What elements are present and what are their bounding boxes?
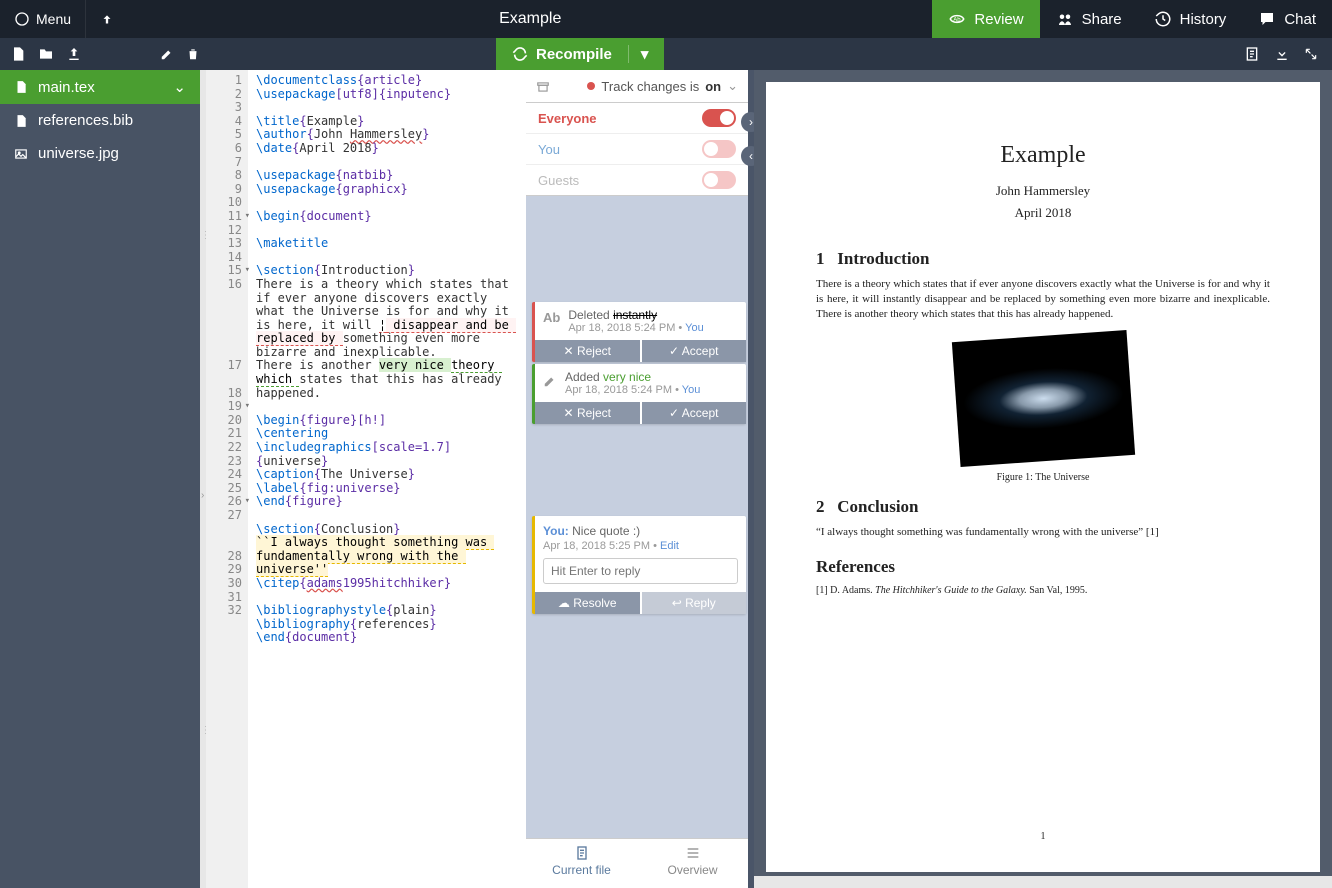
up-button[interactable] bbox=[86, 11, 128, 27]
pdf-section-2: 2 Conclusion bbox=[816, 497, 1270, 517]
pencil-icon bbox=[543, 370, 557, 388]
history-label: History bbox=[1180, 11, 1227, 28]
review-header: Track changes is on ⌄ bbox=[526, 70, 748, 103]
guests-toggle[interactable] bbox=[702, 171, 736, 189]
change-card-deleted: Ab Deleted instantly Apr 18, 2018 5:24 P… bbox=[532, 302, 746, 362]
main-area: main.tex ⌄ references.bib universe.jpg ⋮… bbox=[0, 70, 1332, 888]
toolbar: Recompile ▾ bbox=[0, 38, 1332, 70]
pdf-author: John Hammersley bbox=[816, 183, 1270, 199]
accept-button[interactable]: ✓ Accept bbox=[642, 340, 747, 362]
added-label: Added bbox=[565, 370, 600, 384]
galaxy-image bbox=[951, 330, 1134, 467]
deleted-label: Deleted bbox=[568, 308, 609, 322]
comment-author: You: bbox=[543, 524, 569, 538]
reply-input[interactable] bbox=[543, 558, 738, 584]
pdf-paragraph: “I always thought something was fundamen… bbox=[816, 525, 1270, 540]
review-button[interactable]: Ab Review bbox=[932, 0, 1039, 38]
project-title: Example bbox=[128, 10, 932, 28]
you-toggle[interactable] bbox=[702, 140, 736, 158]
new-folder-icon[interactable] bbox=[38, 46, 54, 62]
track-guests-row: Guests bbox=[526, 165, 748, 196]
reject-button[interactable]: ✕ Reject bbox=[535, 402, 640, 424]
delete-icon[interactable] bbox=[186, 47, 200, 61]
history-button[interactable]: History bbox=[1138, 0, 1243, 38]
fullscreen-icon[interactable] bbox=[1304, 47, 1318, 61]
svg-text:Ab: Ab bbox=[954, 17, 962, 23]
review-footer: Current file Overview bbox=[526, 838, 748, 888]
chevron-down-icon[interactable]: ⌄ bbox=[173, 78, 186, 96]
change-card-added: Added very nice Apr 18, 2018 5:24 PM • Y… bbox=[532, 364, 746, 424]
edit-link[interactable]: Edit bbox=[660, 540, 679, 552]
file-item-main[interactable]: main.tex ⌄ bbox=[0, 70, 200, 104]
pdf-viewport[interactable]: Example John Hammersley April 2018 1 Int… bbox=[754, 70, 1332, 888]
reply-button[interactable]: ↩ Reply bbox=[642, 592, 747, 614]
file-tree: main.tex ⌄ references.bib universe.jpg bbox=[0, 70, 200, 888]
everyone-label: Everyone bbox=[538, 111, 597, 126]
guests-label: Guests bbox=[538, 173, 579, 188]
track-state: on bbox=[705, 79, 721, 94]
pdf-reference: [1] D. Adams. The Hitchhiker's Guide to … bbox=[816, 585, 1270, 596]
chat-label: Chat bbox=[1284, 11, 1316, 28]
track-label: Track changes is bbox=[601, 79, 699, 94]
recompile-dropdown-icon[interactable]: ▾ bbox=[628, 45, 649, 63]
strike-icon: Ab bbox=[543, 308, 560, 325]
file-name: universe.jpg bbox=[38, 145, 119, 162]
comment-text: Nice quote :) bbox=[572, 524, 640, 538]
pdf-section-1: 1 Introduction bbox=[816, 249, 1270, 269]
pdf-paragraph: There is a theory which states that if e… bbox=[816, 277, 1270, 322]
pdf-page-number: 1 bbox=[766, 831, 1320, 842]
pdf-references-heading: References bbox=[816, 557, 1270, 577]
logs-icon[interactable] bbox=[1244, 46, 1260, 62]
everyone-toggle[interactable] bbox=[702, 109, 736, 127]
pdf-caption: Figure 1: The Universe bbox=[816, 472, 1270, 483]
deleted-text: instantly bbox=[613, 308, 657, 322]
top-bar: Menu Example Ab Review Share History Cha… bbox=[0, 0, 1332, 38]
pdf-date: April 2018 bbox=[816, 205, 1270, 221]
track-everyone-row: Everyone bbox=[526, 103, 748, 134]
resolve-button[interactable]: ☁ Resolve bbox=[535, 592, 640, 614]
code-content[interactable]: \documentclass{article} \usepackage[utf8… bbox=[248, 70, 526, 888]
reject-button[interactable]: ✕ Reject bbox=[535, 340, 640, 362]
line-gutter: 12345678910 11▾12131415▾ 16 171819▾20212… bbox=[206, 70, 248, 888]
download-icon[interactable] bbox=[1274, 46, 1290, 62]
added-text: very nice bbox=[603, 370, 651, 384]
file-name: main.tex bbox=[38, 79, 95, 96]
share-label: Share bbox=[1082, 11, 1122, 28]
file-item-bib[interactable]: references.bib bbox=[0, 104, 200, 137]
status-dot-icon bbox=[587, 82, 595, 90]
review-panel: Track changes is on ⌄ Everyone You Guest… bbox=[526, 70, 748, 888]
code-editor[interactable]: 12345678910 11▾12131415▾ 16 171819▾20212… bbox=[206, 70, 526, 888]
review-label: Review bbox=[974, 11, 1023, 28]
you-label: You bbox=[538, 142, 560, 157]
track-dropdown-icon[interactable]: ⌄ bbox=[727, 78, 738, 94]
new-file-icon[interactable] bbox=[10, 46, 26, 62]
comment-card: You: Nice quote :) Apr 18, 2018 5:25 PM … bbox=[532, 516, 746, 614]
menu-button[interactable]: Menu bbox=[0, 0, 85, 38]
recompile-label: Recompile bbox=[536, 46, 612, 63]
file-item-image[interactable]: universe.jpg bbox=[0, 137, 200, 170]
tab-overview[interactable]: Overview bbox=[637, 839, 748, 888]
upload-icon[interactable] bbox=[66, 46, 82, 62]
tab-current-file[interactable]: Current file bbox=[526, 839, 637, 888]
chat-button[interactable]: Chat bbox=[1242, 0, 1332, 38]
menu-label: Menu bbox=[36, 11, 71, 27]
accept-button[interactable]: ✓ Accept bbox=[642, 402, 747, 424]
pdf-figure: Figure 1: The Universe bbox=[816, 336, 1270, 483]
file-name: references.bib bbox=[38, 112, 133, 129]
track-you-row: You bbox=[526, 134, 748, 165]
horizontal-scrollbar[interactable] bbox=[754, 876, 1332, 888]
share-button[interactable]: Share bbox=[1040, 0, 1138, 38]
archive-icon[interactable] bbox=[536, 78, 550, 94]
rename-icon[interactable] bbox=[160, 47, 174, 61]
pdf-panel: Example John Hammersley April 2018 1 Int… bbox=[754, 70, 1332, 888]
pdf-title: Example bbox=[816, 142, 1270, 169]
pdf-page: Example John Hammersley April 2018 1 Int… bbox=[766, 82, 1320, 872]
recompile-button[interactable]: Recompile ▾ bbox=[496, 38, 664, 70]
